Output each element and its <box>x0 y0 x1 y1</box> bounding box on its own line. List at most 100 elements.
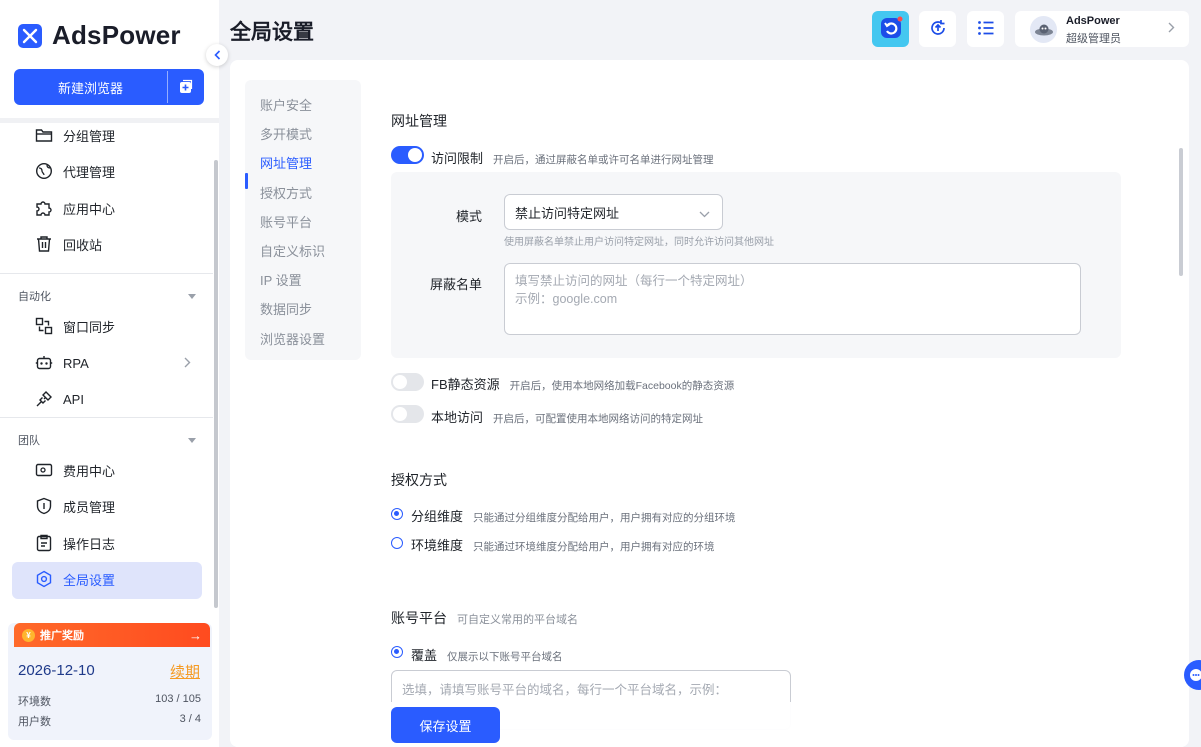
sidebar-item-label: 全局设置 <box>63 572 116 588</box>
update-icon <box>928 18 948 41</box>
brand-name: AdsPower <box>52 20 181 50</box>
access-limit-label: 访问限制 <box>431 151 484 166</box>
auth-group-row[interactable]: 分组维度 只能通过分组维度分配给用户，用户拥有对应的分组环境 <box>411 506 736 525</box>
sidebar-item-billing[interactable]: 费用中心 <box>34 458 115 482</box>
cover-label: 覆盖 <box>411 648 438 663</box>
section-label: 团队 <box>18 435 40 447</box>
refresh-badge-icon <box>879 16 903 43</box>
folder-icon <box>34 125 54 145</box>
env-count-value: 103 / 105 <box>155 693 201 705</box>
local-access-toggle[interactable] <box>391 405 424 423</box>
sidebar-scrollbar[interactable] <box>214 160 218 608</box>
caret-down-icon <box>188 434 196 446</box>
auth-env-label: 环境维度 <box>411 538 464 553</box>
sidebar: AdsPower 新建浏览器 分组管理 代理管理 应用中心 回收站 自动化 窗口… <box>0 0 219 747</box>
page-title: 全局设置 <box>230 21 314 44</box>
sidebar-item-label: 成员管理 <box>63 499 116 515</box>
brand[interactable]: AdsPower <box>18 20 181 51</box>
sync-windows-icon <box>34 316 54 336</box>
chevron-left-icon <box>213 48 221 63</box>
sidebar-item-members[interactable]: 成员管理 <box>34 494 115 518</box>
sidebar-item-groups[interactable]: 分组管理 <box>34 123 115 147</box>
submenu-item-browser-settings[interactable]: 浏览器设置 <box>260 329 325 348</box>
fb-static-desc: 开启后，使用本地网络加载Facebook的静态资源 <box>509 380 735 392</box>
sidebar-item-label: 分组管理 <box>63 128 116 144</box>
submenu-item-url-management[interactable]: 网址管理 <box>260 153 312 172</box>
platform-title: 账号平台 <box>391 610 447 626</box>
batch-add-icon[interactable] <box>168 69 204 105</box>
env-count-row: 环境数 103 / 105 <box>18 693 201 709</box>
local-access-label: 本地访问 <box>431 410 484 425</box>
mode-value: 禁止访问特定网址 <box>515 205 620 221</box>
access-limit-row: 访问限制 开启后，通过屏蔽名单或许可名单进行网址管理 <box>431 148 714 167</box>
blocklist-label: 屏蔽名单 <box>430 277 483 292</box>
blocklist-textarea[interactable]: 填写禁止访问的网址（每行一个特定网址） 示例：google.com <box>504 263 1081 335</box>
content-scrollbar[interactable] <box>1179 148 1183 276</box>
toggle-knob <box>393 375 407 389</box>
update-button[interactable] <box>919 11 956 47</box>
mode-hint: 使用屏蔽名单禁止用户访问特定网址，同时允许访问其他网址 <box>504 237 774 248</box>
access-limit-desc: 开启后，通过屏蔽名单或许可名单进行网址管理 <box>493 154 714 166</box>
fb-static-label: FB静态资源 <box>431 377 500 392</box>
auth-group-radio[interactable] <box>391 508 403 520</box>
auth-env-radio[interactable] <box>391 537 403 549</box>
sidebar-item-window-sync[interactable]: 窗口同步 <box>34 314 115 338</box>
submenu-item-account-security[interactable]: 账户安全 <box>260 95 312 114</box>
sidebar-item-operation-log[interactable]: 操作日志 <box>34 531 115 555</box>
section-automation[interactable]: 自动化 <box>18 288 196 304</box>
access-limit-toggle[interactable] <box>391 146 424 164</box>
user-role: 超级管理员 <box>1066 33 1121 45</box>
sidebar-item-proxies[interactable]: 代理管理 <box>34 159 115 183</box>
task-list-button[interactable] <box>967 11 1004 47</box>
feedback-button[interactable] <box>872 11 909 47</box>
local-access-row: 本地访问 开启后，可配置使用本地网络访问的特定网址 <box>431 407 703 426</box>
submenu-item-custom-tag[interactable]: 自定义标识 <box>260 241 325 260</box>
user-count-value: 3 / 4 <box>179 713 201 725</box>
plug-icon <box>34 389 54 409</box>
section-title-account-platform: 账号平台 可自定义常用的平台域名 <box>391 608 578 628</box>
sidebar-item-apps[interactable]: 应用中心 <box>34 196 115 220</box>
sidebar-item-recycle-bin[interactable]: 回收站 <box>34 232 102 256</box>
settings-submenu: 账户安全 多开模式 网址管理 授权方式 账号平台 自定义标识 IP 设置 数据同… <box>245 80 361 360</box>
fb-static-row: FB静态资源 开启后，使用本地网络加载Facebook的静态资源 <box>431 374 734 393</box>
cover-row[interactable]: 覆盖 仅展示以下账号平台域名 <box>411 645 563 664</box>
coin-icon: ¥ <box>22 628 35 642</box>
sidebar-item-label: 代理管理 <box>63 164 116 180</box>
submenu-item-authorization[interactable]: 授权方式 <box>260 183 312 202</box>
section-team[interactable]: 团队 <box>18 432 196 448</box>
sidebar-item-api[interactable]: API <box>34 387 84 411</box>
list-icon <box>976 18 996 41</box>
blocklist-placeholder-line-1: 填写禁止访问的网址（每行一个特定网址） <box>515 274 753 288</box>
adspower-logo-icon <box>18 23 42 48</box>
save-settings-button[interactable]: 保存设置 <box>391 707 500 743</box>
globe-icon <box>34 161 54 181</box>
promo-banner[interactable]: ¥ 推广奖励 → <box>14 623 210 647</box>
sidebar-item-rpa[interactable]: RPA <box>34 351 191 375</box>
collapse-sidebar-button[interactable] <box>206 44 228 66</box>
submenu-item-ip-settings[interactable]: IP 设置 <box>260 270 302 289</box>
new-browser-button[interactable]: 新建浏览器 <box>14 69 204 105</box>
mode-select[interactable]: 禁止访问特定网址 <box>504 194 723 230</box>
promo-card: ¥ 推广奖励 → 2026-12-10 续期 环境数 103 / 105 用户数… <box>8 623 212 740</box>
chevron-right-icon <box>184 356 191 371</box>
sidebar-item-label: 费用中心 <box>63 463 116 479</box>
robot-icon <box>34 353 54 373</box>
toggle-knob <box>408 148 422 162</box>
fb-static-toggle[interactable] <box>391 373 424 391</box>
submenu-item-data-sync[interactable]: 数据同步 <box>260 299 312 318</box>
blocklist-placeholder-line-2: 示例：google.com <box>515 292 618 306</box>
new-browser-label[interactable]: 新建浏览器 <box>14 69 167 105</box>
sidebar-item-label: 窗口同步 <box>63 319 116 335</box>
wallet-icon <box>34 460 54 480</box>
bottom-action-bar <box>230 702 1189 747</box>
auth-env-row[interactable]: 环境维度 只能通过环境维度分配给用户，用户拥有对应的环境 <box>411 535 715 554</box>
chevron-down-icon <box>699 206 710 221</box>
user-menu[interactable]: AdsPower 超级管理员 <box>1015 11 1189 47</box>
section-title-authorization: 授权方式 <box>391 472 447 488</box>
cover-radio[interactable] <box>391 646 403 658</box>
renew-link[interactable]: 续期 <box>170 661 200 682</box>
submenu-item-account-platform[interactable]: 账号平台 <box>260 212 312 231</box>
sidebar-item-global-settings[interactable]: 全局设置 <box>34 567 115 591</box>
submenu-item-multi-open[interactable]: 多开模式 <box>260 124 312 143</box>
clipboard-icon <box>34 533 54 553</box>
